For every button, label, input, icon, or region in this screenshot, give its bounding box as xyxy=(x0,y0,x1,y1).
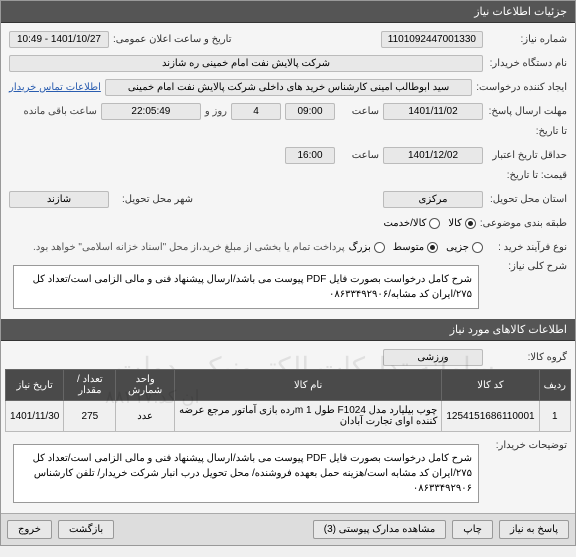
cell-qty: 275 xyxy=(64,401,116,432)
valid-date-field: 1401/12/02 xyxy=(383,147,483,164)
radio-big[interactable]: بزرگ xyxy=(349,242,385,253)
org-field: شرکت پالایش نفت امام خمینی ره شازند xyxy=(9,55,483,72)
creator-label: ایجاد کننده درخواست: xyxy=(476,82,567,93)
cell-idx: 1 xyxy=(539,401,570,432)
goods-header: اطلاعات کالاهای مورد نیاز xyxy=(1,319,575,341)
state-field: مرکزی xyxy=(383,191,483,208)
contact-link[interactable]: اطلاعات تماس خریدار xyxy=(9,82,101,93)
exit-button[interactable]: خروج xyxy=(7,520,52,539)
to-date-label: تا تاریخ: xyxy=(487,126,567,137)
buyer-notes-label: توضیحات خریدار: xyxy=(487,440,567,451)
need-number-field: 1101092447001330 xyxy=(381,31,483,48)
radio-mid[interactable]: متوسط xyxy=(393,242,438,253)
proc-label: نوع فرآیند خرید : xyxy=(487,242,567,253)
remain-label: ساعت باقی مانده xyxy=(24,106,97,117)
desc-label: شرح کلی نیاز: xyxy=(487,261,567,272)
at-label-2: ساعت xyxy=(339,150,379,161)
th-name: نام کالا xyxy=(174,370,441,401)
state-label: استان محل تحویل: xyxy=(487,194,567,205)
deadline-time-field: 09:00 xyxy=(285,103,335,120)
radio-dot-icon xyxy=(427,242,438,253)
city-field: شازند xyxy=(9,191,109,208)
back-button[interactable]: بازگشت xyxy=(58,520,114,539)
goods-service-group: کالا کالا/خدمت xyxy=(383,218,475,229)
at-label: ساعت xyxy=(339,106,379,117)
bottom-toolbar: پاسخ به نیاز چاپ مشاهده مدارک پیوستی (3)… xyxy=(1,513,575,545)
sep-label: طبقه بندی موضوعی: xyxy=(480,218,567,229)
announce-label: تاریخ و ساعت اعلان عمومی: xyxy=(113,34,232,45)
th-idx: ردیف xyxy=(539,370,570,401)
buyer-notes-box: شرح کامل درخواست بصورت فایل PDF پیوست می… xyxy=(13,444,479,503)
creator-field: سید ابوطالب امینی کارشناس خرید های داخلی… xyxy=(105,79,472,96)
announce-field: 1401/10/27 - 10:49 xyxy=(9,31,109,48)
radio-service[interactable]: کالا/خدمت xyxy=(383,218,440,229)
th-date: تاریخ نیاز xyxy=(6,370,64,401)
th-code: کد کالا xyxy=(442,370,539,401)
reply-button[interactable]: پاسخ به نیاز xyxy=(499,520,569,539)
cell-date: 1401/11/30 xyxy=(6,401,64,432)
remain-time-field: 22:05:49 xyxy=(101,103,201,120)
attach-count: (3) xyxy=(324,524,336,535)
cell-unit: عدد xyxy=(116,401,174,432)
and-label: روز و xyxy=(205,106,227,117)
group-field: ورزشی xyxy=(383,349,483,366)
valid-time-field: 16:00 xyxy=(285,147,335,164)
attachments-button[interactable]: مشاهده مدارک پیوستی (3) xyxy=(313,520,447,539)
goods-table: ردیف کد کالا نام کالا واحد شمارش تعداد /… xyxy=(5,369,571,432)
radio-dot-icon xyxy=(374,242,385,253)
group-label: گروه کالا: xyxy=(487,352,567,363)
days-field: 4 xyxy=(231,103,281,120)
price-to-label: قیمت: تا تاریخ: xyxy=(487,170,567,181)
cell-code: 1254151686110001 xyxy=(442,401,539,432)
need-number-label: شماره نیاز: xyxy=(487,34,567,45)
print-button[interactable]: چاپ xyxy=(452,520,493,539)
deadline-label: مهلت ارسال پاسخ: xyxy=(487,106,567,117)
th-unit: واحد شمارش xyxy=(116,370,174,401)
main-header: جزئیات اطلاعات نیاز xyxy=(1,1,575,23)
attach-label: مشاهده مدارک پیوستی xyxy=(339,524,436,535)
valid-label: حداقل تاریخ اعتبار xyxy=(487,150,567,161)
table-row[interactable]: 1 1254151686110001 چوب بیلیارد مدل F1024… xyxy=(6,401,571,432)
table-header-row: ردیف کد کالا نام کالا واحد شمارش تعداد /… xyxy=(6,370,571,401)
deadline-date-field: 1401/11/02 xyxy=(383,103,483,120)
radio-dot-icon xyxy=(465,218,476,229)
pay-note: پرداخت تمام یا بخشی از مبلغ خرید،از محل … xyxy=(33,242,345,253)
th-qty: تعداد / مقدار xyxy=(64,370,116,401)
cell-name: چوب بیلیارد مدل F1024 طول 1 mرده بازی آم… xyxy=(174,401,441,432)
org-label: نام دستگاه خریدار: xyxy=(487,58,567,69)
radio-dot-icon xyxy=(429,218,440,229)
radio-small[interactable]: جزیی xyxy=(446,242,483,253)
desc-box: شرح کامل درخواست بصورت فایل PDF پیوست می… xyxy=(13,265,479,309)
radio-goods[interactable]: کالا xyxy=(448,218,476,229)
radio-dot-icon xyxy=(472,242,483,253)
city-label: شهر محل تحویل: xyxy=(113,194,193,205)
process-type-group: جزیی متوسط بزرگ xyxy=(349,242,483,253)
